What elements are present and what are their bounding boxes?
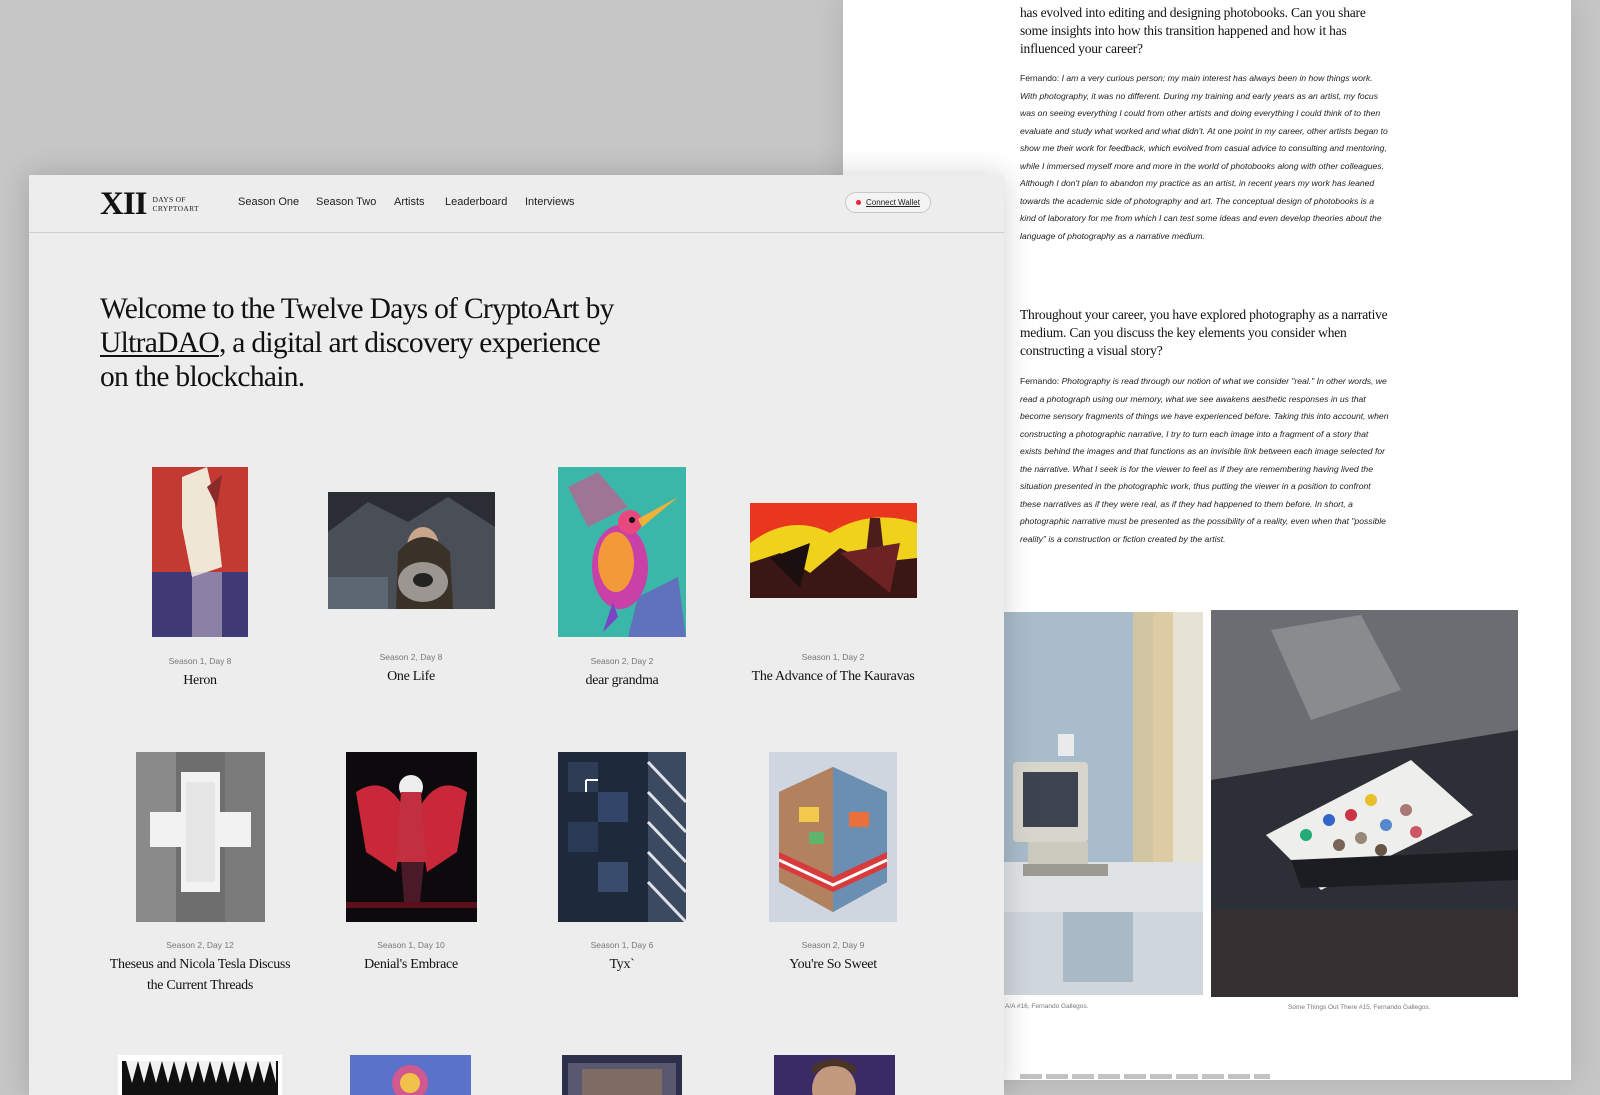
artwork-image[interactable] <box>152 467 248 637</box>
artwork-title[interactable]: dear grandma <box>527 670 717 691</box>
artwork-title[interactable]: The Advance of The Kauravas <box>738 666 928 687</box>
artwork-image[interactable] <box>562 1055 682 1095</box>
artwork-season-day: Season 1, Day 10 <box>377 940 445 950</box>
artwork-image[interactable] <box>750 503 917 598</box>
connect-wallet-button[interactable]: Connect Wallet <box>845 192 931 213</box>
logo-line-1: DAYS OF <box>152 195 186 204</box>
interview-question-1: has evolved into editing and designing p… <box>1020 5 1366 56</box>
next-question-text <box>1020 1074 1270 1079</box>
photo-computer-window <box>1003 612 1203 995</box>
interview-question-2: Throughout your career, you have explore… <box>1020 307 1388 358</box>
answer-text: I am a very curious person; my main inte… <box>1020 73 1388 241</box>
logo-mark: XII <box>100 186 148 222</box>
nav-link-season-one[interactable]: Season One <box>238 196 299 208</box>
headline-text: Welcome to the Twelve Days of CryptoArt … <box>100 293 614 325</box>
site-logo[interactable]: XII DAYS OF CRYPTOART <box>100 186 199 222</box>
artwork-image[interactable] <box>350 1055 471 1095</box>
interview-answer-2: Fernando: Photography is read through ou… <box>1020 373 1392 548</box>
logo-line-2: CRYPTOART <box>152 204 199 213</box>
artwork-season-day: Season 2, Day 12 <box>166 940 234 950</box>
top-nav: XII DAYS OF CRYPTOART Season One Season … <box>29 175 1004 233</box>
photo-caption-right: Some Things Out There #15, Fernando Gall… <box>1288 1004 1431 1011</box>
photo-car-dashboard <box>1211 610 1518 997</box>
artwork-season-day: Season 2, Day 9 <box>801 940 865 950</box>
artwork-season-day: Season 1, Day 2 <box>801 652 865 662</box>
answer-speaker: Fernando: <box>1020 376 1060 386</box>
artwork-image[interactable] <box>346 752 477 922</box>
artwork-image[interactable] <box>558 467 686 637</box>
interview-answer-1: Fernando: I am a very curious person; my… <box>1020 70 1392 245</box>
artwork-season-day: Season 2, Day 8 <box>379 652 443 662</box>
artwork-title[interactable]: Denial's Embrace <box>316 954 506 975</box>
connect-wallet-label: Connect Wallet <box>866 198 920 207</box>
artwork-season-day: Season 2, Day 2 <box>590 656 654 666</box>
artwork-title[interactable]: Heron <box>105 670 295 691</box>
artwork-season-day: Season 1, Day 8 <box>168 656 232 666</box>
page-headline: Welcome to the Twelve Days of CryptoArt … <box>100 292 620 394</box>
artwork-title[interactable]: You're So Sweet <box>738 954 928 975</box>
logo-wordmark: DAYS OF CRYPTOART <box>153 195 199 213</box>
artwork-title[interactable]: One Life <box>316 666 506 687</box>
artwork-image[interactable] <box>769 752 897 922</box>
nav-link-leaderboard[interactable]: Leaderboard <box>445 196 507 208</box>
nav-link-season-two[interactable]: Season Two <box>316 196 376 208</box>
answer-text: Photography is read through our notion o… <box>1020 376 1389 544</box>
answer-speaker: Fernando: <box>1020 73 1060 83</box>
gallery-page: XII DAYS OF CRYPTOART Season One Season … <box>29 175 1004 1095</box>
artwork-image[interactable] <box>558 752 686 922</box>
ultradao-link[interactable]: UltraDAO <box>100 327 220 359</box>
artwork-title[interactable]: Theseus and Nicola Tesla Discuss the Cur… <box>105 954 295 996</box>
nav-link-interviews[interactable]: Interviews <box>525 196 575 208</box>
artwork-image[interactable] <box>136 752 265 922</box>
artwork-season-day: Season 1, Day 6 <box>590 940 654 950</box>
nav-link-artists[interactable]: Artists <box>394 196 425 208</box>
artwork-title[interactable]: Tyx` <box>527 954 717 975</box>
artwork-image[interactable] <box>774 1055 895 1095</box>
status-dot-icon <box>856 200 862 205</box>
photo-caption-left: A/A #16, Fernando Gallegos. <box>1005 1003 1089 1010</box>
artwork-image[interactable] <box>118 1055 282 1095</box>
artwork-image[interactable] <box>328 492 495 609</box>
